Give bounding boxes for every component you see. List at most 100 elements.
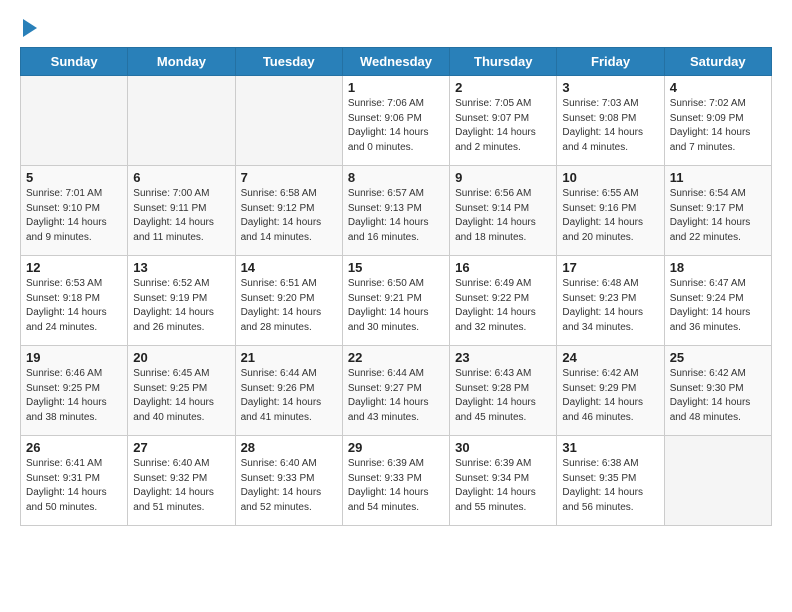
day-info: Sunrise: 7:01 AM Sunset: 9:10 PM Dayligh… [26,187,122,245]
day-info: Sunrise: 6:45 AM Sunset: 9:25 PM Dayligh… [133,367,229,425]
calendar-week-3: 12 Sunrise: 6:53 AM Sunset: 9:18 PM Dayli… [21,256,772,346]
day-info: Sunrise: 7:03 AM Sunset: 9:08 PM Dayligh… [562,97,658,155]
day-number: 2 [455,80,551,95]
calendar-cell: 15 Sunrise: 6:50 AM Sunset: 9:21 PM Dayli… [342,256,449,346]
day-number: 29 [348,440,444,455]
calendar-cell: 1 Sunrise: 7:06 AM Sunset: 9:06 PM Daylig… [342,76,449,166]
calendar-cell: 24 Sunrise: 6:42 AM Sunset: 9:29 PM Dayli… [557,346,664,436]
logo [20,15,37,37]
day-number: 23 [455,350,551,365]
weekday-header-thursday: Thursday [450,48,557,76]
day-number: 20 [133,350,229,365]
day-number: 24 [562,350,658,365]
calendar-cell: 6 Sunrise: 7:00 AM Sunset: 9:11 PM Daylig… [128,166,235,256]
calendar-cell: 19Sunrise: 6:46 AM Sunset: 9:25 PM Dayli… [21,346,128,436]
calendar-cell: 29 Sunrise: 6:39 AM Sunset: 9:33 PM Dayli… [342,436,449,526]
weekday-header-row: SundayMondayTuesdayWednesdayThursdayFrid… [21,48,772,76]
day-info: Sunrise: 6:39 AM Sunset: 9:33 PM Dayligh… [348,457,444,515]
calendar-cell: 30 Sunrise: 6:39 AM Sunset: 9:34 PM Dayli… [450,436,557,526]
day-info: Sunrise: 6:43 AM Sunset: 9:28 PM Dayligh… [455,367,551,425]
header [20,15,772,37]
calendar-cell: 16 Sunrise: 6:49 AM Sunset: 9:22 PM Dayli… [450,256,557,346]
calendar-cell: 31 Sunrise: 6:38 AM Sunset: 9:35 PM Dayli… [557,436,664,526]
day-number: 3 [562,80,658,95]
day-info: Sunrise: 6:52 AM Sunset: 9:19 PM Dayligh… [133,277,229,335]
day-number: 1 [348,80,444,95]
page: SundayMondayTuesdayWednesdayThursdayFrid… [0,0,792,541]
day-number: 6 [133,170,229,185]
day-number: 15 [348,260,444,275]
calendar-week-2: 5Sunrise: 7:01 AM Sunset: 9:10 PM Daylig… [21,166,772,256]
calendar-cell [21,76,128,166]
day-info: Sunrise: 6:42 AM Sunset: 9:29 PM Dayligh… [562,367,658,425]
day-number: 30 [455,440,551,455]
calendar-cell: 13 Sunrise: 6:52 AM Sunset: 9:19 PM Dayli… [128,256,235,346]
day-info: Sunrise: 6:38 AM Sunset: 9:35 PM Dayligh… [562,457,658,515]
day-number: 17 [562,260,658,275]
day-number: 12 [26,260,122,275]
day-info: Sunrise: 7:02 AM Sunset: 9:09 PM Dayligh… [670,97,766,155]
calendar-cell: 28Sunrise: 6:40 AM Sunset: 9:33 PM Dayli… [235,436,342,526]
day-number: 25 [670,350,766,365]
day-number: 8 [348,170,444,185]
calendar-cell: 18 Sunrise: 6:47 AM Sunset: 9:24 PM Dayli… [664,256,771,346]
day-info: Sunrise: 7:00 AM Sunset: 9:11 PM Dayligh… [133,187,229,245]
weekday-header-sunday: Sunday [21,48,128,76]
day-info: Sunrise: 6:46 AM Sunset: 9:25 PM Dayligh… [26,367,122,425]
day-info: Sunrise: 6:40 AM Sunset: 9:32 PM Dayligh… [133,457,229,515]
day-info: Sunrise: 6:44 AM Sunset: 9:27 PM Dayligh… [348,367,444,425]
day-number: 9 [455,170,551,185]
day-number: 14 [241,260,337,275]
calendar-cell: 14 Sunrise: 6:51 AM Sunset: 9:20 PM Dayli… [235,256,342,346]
calendar-cell: 25 Sunrise: 6:42 AM Sunset: 9:30 PM Dayli… [664,346,771,436]
logo-arrow-icon [23,19,37,37]
calendar-cell: 5Sunrise: 7:01 AM Sunset: 9:10 PM Daylig… [21,166,128,256]
calendar-cell: 8 Sunrise: 6:57 AM Sunset: 9:13 PM Daylig… [342,166,449,256]
day-info: Sunrise: 6:49 AM Sunset: 9:22 PM Dayligh… [455,277,551,335]
calendar-cell: 11 Sunrise: 6:54 AM Sunset: 9:17 PM Dayli… [664,166,771,256]
day-number: 13 [133,260,229,275]
calendar-cell: 10Sunrise: 6:55 AM Sunset: 9:16 PM Dayli… [557,166,664,256]
day-number: 16 [455,260,551,275]
day-info: Sunrise: 6:54 AM Sunset: 9:17 PM Dayligh… [670,187,766,245]
calendar-week-5: 26Sunrise: 6:41 AM Sunset: 9:31 PM Dayli… [21,436,772,526]
calendar-table: SundayMondayTuesdayWednesdayThursdayFrid… [20,47,772,526]
day-number: 21 [241,350,337,365]
day-number: 7 [241,170,337,185]
calendar-cell: 9 Sunrise: 6:56 AM Sunset: 9:14 PM Daylig… [450,166,557,256]
day-info: Sunrise: 6:51 AM Sunset: 9:20 PM Dayligh… [241,277,337,335]
weekday-header-saturday: Saturday [664,48,771,76]
calendar-cell: 23 Sunrise: 6:43 AM Sunset: 9:28 PM Dayli… [450,346,557,436]
day-number: 22 [348,350,444,365]
calendar-cell: 17 Sunrise: 6:48 AM Sunset: 9:23 PM Dayli… [557,256,664,346]
day-info: Sunrise: 6:50 AM Sunset: 9:21 PM Dayligh… [348,277,444,335]
calendar-cell: 20 Sunrise: 6:45 AM Sunset: 9:25 PM Dayli… [128,346,235,436]
day-info: Sunrise: 6:42 AM Sunset: 9:30 PM Dayligh… [670,367,766,425]
day-number: 11 [670,170,766,185]
day-info: Sunrise: 6:58 AM Sunset: 9:12 PM Dayligh… [241,187,337,245]
weekday-header-tuesday: Tuesday [235,48,342,76]
weekday-header-friday: Friday [557,48,664,76]
day-info: Sunrise: 6:44 AM Sunset: 9:26 PM Dayligh… [241,367,337,425]
day-info: Sunrise: 6:47 AM Sunset: 9:24 PM Dayligh… [670,277,766,335]
day-number: 18 [670,260,766,275]
calendar-cell: 22 Sunrise: 6:44 AM Sunset: 9:27 PM Dayli… [342,346,449,436]
logo-text [20,15,37,37]
day-number: 31 [562,440,658,455]
day-number: 10 [562,170,658,185]
calendar-cell [235,76,342,166]
calendar-week-1: 1 Sunrise: 7:06 AM Sunset: 9:06 PM Daylig… [21,76,772,166]
day-info: Sunrise: 6:57 AM Sunset: 9:13 PM Dayligh… [348,187,444,245]
day-number: 4 [670,80,766,95]
day-info: Sunrise: 6:56 AM Sunset: 9:14 PM Dayligh… [455,187,551,245]
day-info: Sunrise: 6:48 AM Sunset: 9:23 PM Dayligh… [562,277,658,335]
day-info: Sunrise: 7:06 AM Sunset: 9:06 PM Dayligh… [348,97,444,155]
weekday-header-wednesday: Wednesday [342,48,449,76]
calendar-cell: 12 Sunrise: 6:53 AM Sunset: 9:18 PM Dayli… [21,256,128,346]
calendar-cell: 2Sunrise: 7:05 AM Sunset: 9:07 PM Daylig… [450,76,557,166]
day-info: Sunrise: 6:41 AM Sunset: 9:31 PM Dayligh… [26,457,122,515]
day-info: Sunrise: 6:53 AM Sunset: 9:18 PM Dayligh… [26,277,122,335]
day-info: Sunrise: 6:39 AM Sunset: 9:34 PM Dayligh… [455,457,551,515]
calendar-cell: 26Sunrise: 6:41 AM Sunset: 9:31 PM Dayli… [21,436,128,526]
weekday-header-monday: Monday [128,48,235,76]
